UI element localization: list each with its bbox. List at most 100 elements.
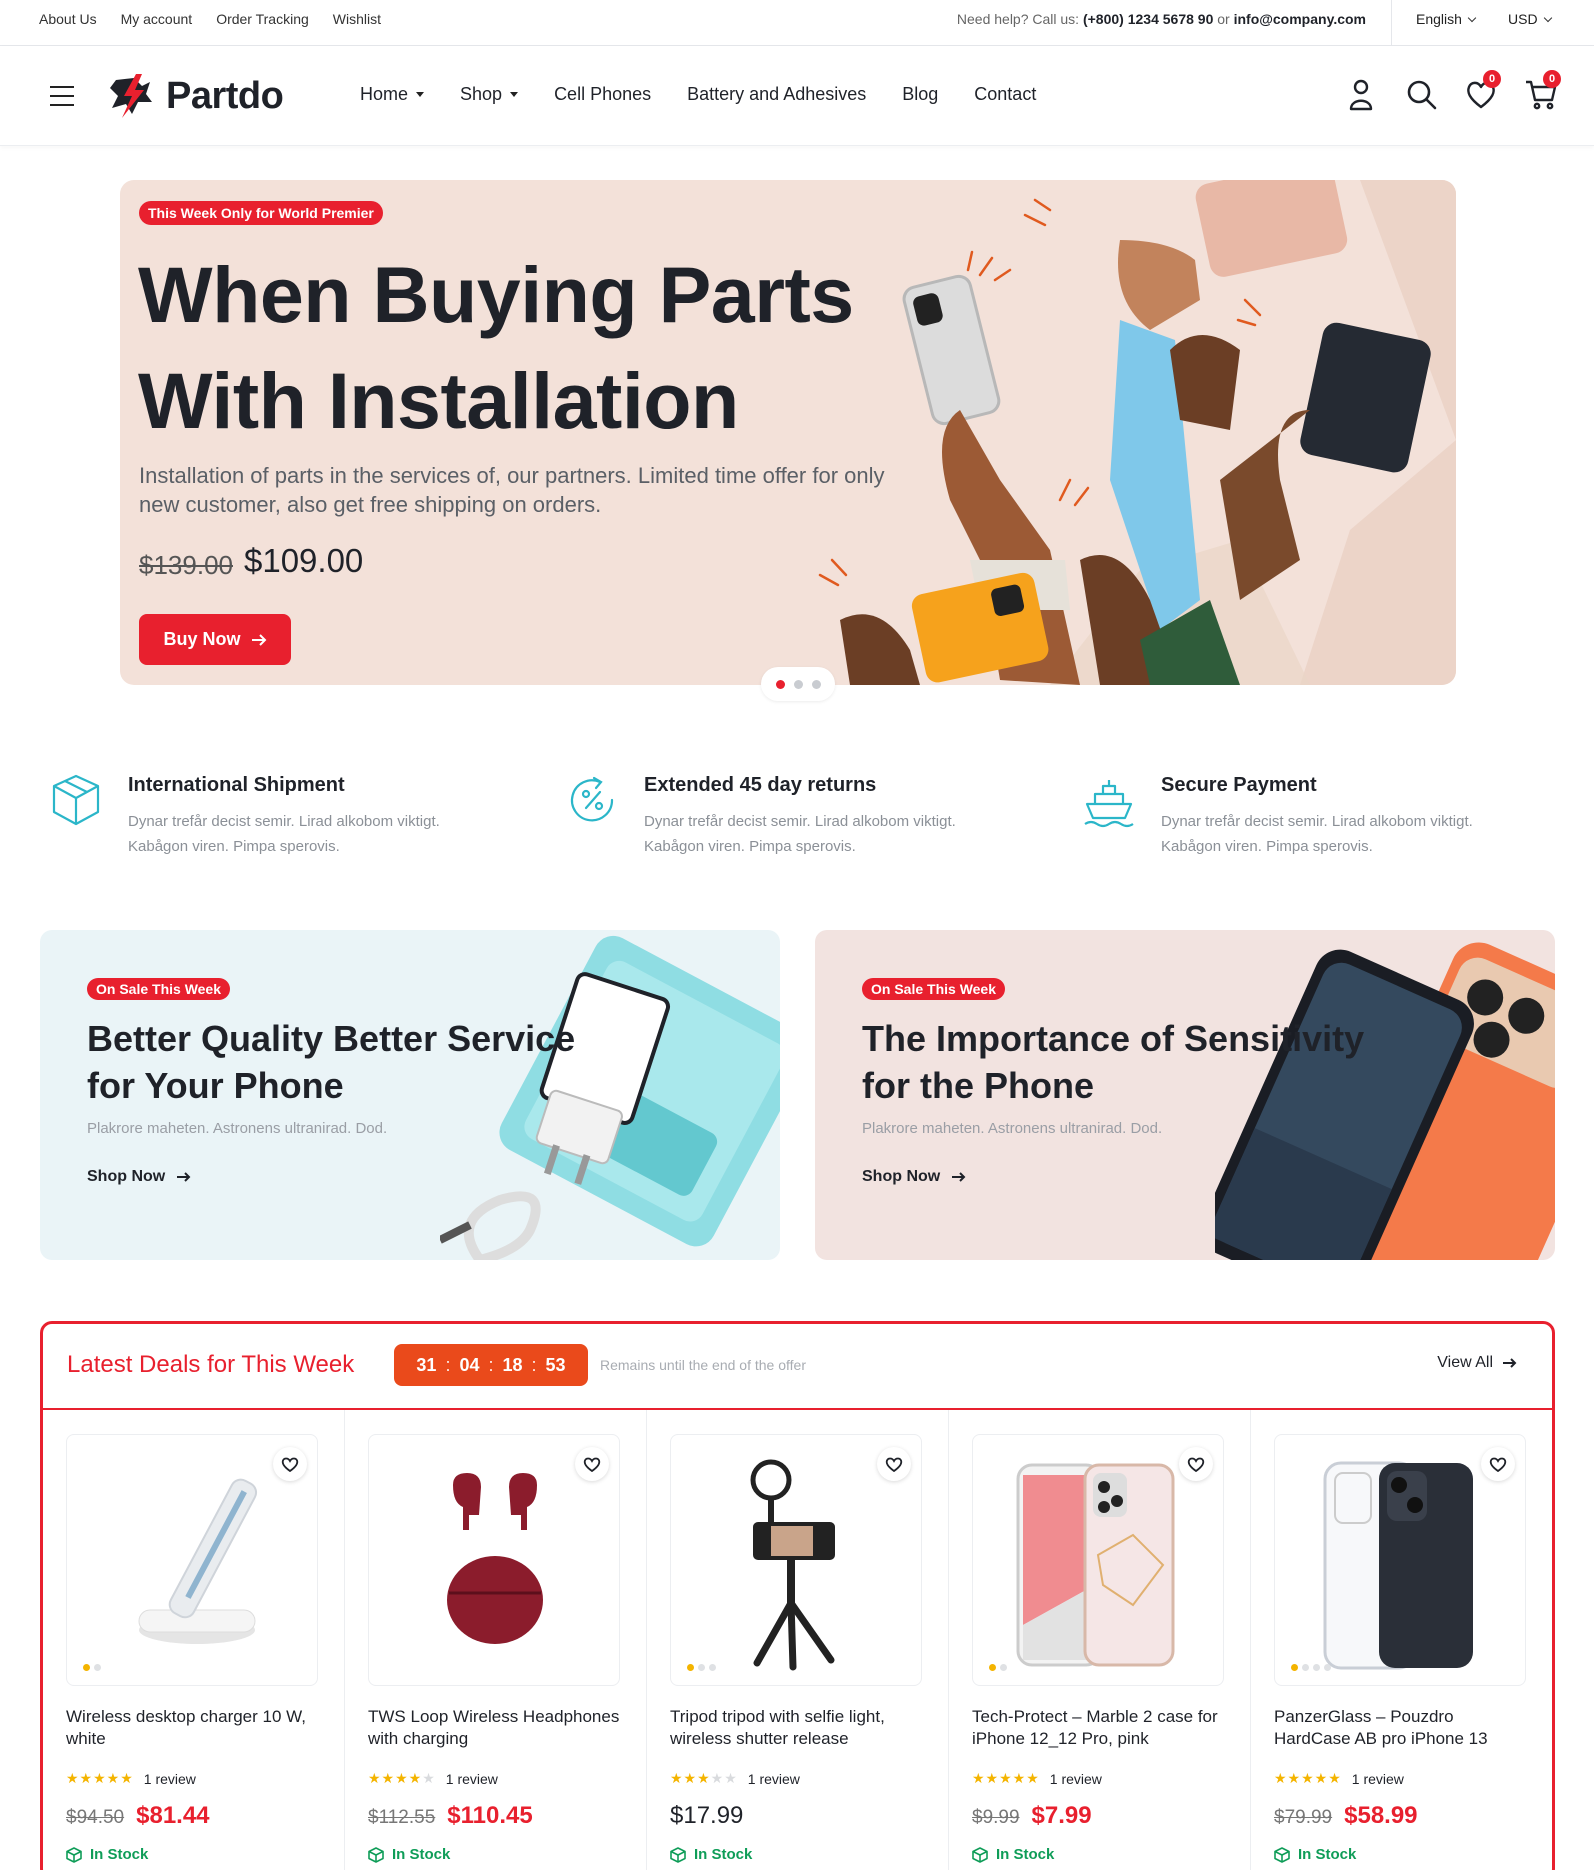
product-image[interactable] — [972, 1434, 1224, 1686]
star-rating-icon: ★★★★★ — [972, 1770, 1040, 1786]
wishlist-link[interactable]: Wishlist — [333, 11, 381, 27]
product-rating: ★★★★★ 1 review — [368, 1770, 498, 1787]
promo-banner-charger[interactable]: On Sale This Week Better Quality Better … — [40, 930, 780, 1260]
account-icon[interactable] — [1343, 76, 1379, 112]
arrow-right-icon — [1503, 1358, 1517, 1368]
shop-now-link[interactable]: Shop Now — [87, 1168, 191, 1186]
promo-title: Better Quality Better Service for Your P… — [87, 1018, 576, 1106]
nav-contact[interactable]: Contact — [974, 84, 1036, 105]
product-name[interactable]: Wireless desktop charger 10 W, white — [66, 1706, 326, 1750]
add-to-wishlist-button[interactable] — [1179, 1447, 1213, 1481]
nav-battery-adhesives[interactable]: Battery and Adhesives — [687, 84, 866, 105]
timer-days: 31 — [416, 1354, 437, 1375]
top-links: About Us My account Order Tracking Wishl… — [39, 11, 381, 27]
view-all-link[interactable]: View All — [1437, 1354, 1517, 1372]
nav-home[interactable]: Home — [360, 84, 425, 105]
nav-blog[interactable]: Blog — [902, 84, 938, 105]
product-image[interactable] — [1274, 1434, 1526, 1686]
currency-label: USD — [1508, 11, 1538, 27]
currency-selector[interactable]: USD — [1508, 11, 1552, 27]
help-prefix: Need help? Call us: — [956, 11, 1080, 27]
feature-title: Secure Payment — [1161, 774, 1317, 796]
promo-desc: Plakrore maheten. Astronens ultranirad. … — [87, 1120, 388, 1137]
wishlist-heart-icon[interactable]: 0 — [1463, 70, 1501, 112]
timer-seconds: 53 — [545, 1354, 566, 1375]
product-rating: ★★★★★ 1 review — [1274, 1770, 1404, 1787]
review-count: 1 review — [1049, 1770, 1102, 1787]
product-name[interactable]: TWS Loop Wireless Headphones with chargi… — [368, 1706, 628, 1750]
heart-icon — [1489, 1457, 1507, 1472]
product-price: $17.99 — [670, 1802, 743, 1830]
image-dots — [83, 1664, 101, 1671]
heart-icon — [281, 1457, 299, 1472]
product-card[interactable]: Tripod tripod with selfie light, wireles… — [647, 1410, 949, 1870]
promo-tag: On Sale This Week — [87, 978, 231, 1000]
product-card[interactable]: Tech-Protect – Marble 2 case for iPhone … — [949, 1410, 1251, 1870]
hero-tag: This Week Only for World Premier — [139, 201, 383, 225]
help-phone[interactable]: (+800) 1234 5678 90 — [1083, 11, 1213, 27]
menu-icon[interactable] — [50, 86, 74, 106]
star-rating-icon: ★★★★★ — [66, 1770, 134, 1786]
product-card[interactable]: TWS Loop Wireless Headphones with chargi… — [345, 1410, 647, 1870]
sale-price: $58.99 — [1344, 1802, 1418, 1829]
product-image[interactable] — [66, 1434, 318, 1686]
sale-price: $81.44 — [136, 1802, 210, 1829]
nav-label: Battery and Adhesives — [687, 84, 867, 104]
shop-now-label: Shop Now — [87, 1168, 166, 1185]
nav-cell-phones[interactable]: Cell Phones — [554, 84, 651, 105]
buy-now-button[interactable]: Buy Now — [139, 614, 291, 665]
product-rating: ★★★★★ 1 review — [972, 1770, 1102, 1787]
deals-header: Latest Deals for This Week 31: 04: 18: 5… — [43, 1324, 1552, 1410]
promo-tag: On Sale This Week — [862, 978, 1006, 1000]
main-header: Partdo Home Shop Cell Phones Battery and… — [0, 46, 1594, 146]
add-to-wishlist-button[interactable] — [877, 1447, 911, 1481]
slide-dot-2[interactable] — [793, 679, 803, 689]
product-name[interactable]: Tripod tripod with selfie light, wireles… — [670, 1706, 930, 1750]
box-stock-icon — [670, 1846, 686, 1863]
feature-desc: Dynar trefår decist semir. Lirad alkobom… — [1161, 813, 1473, 855]
arrow-right-icon — [251, 633, 266, 646]
nav-shop[interactable]: Shop — [460, 84, 519, 105]
add-to-wishlist-button[interactable] — [273, 1447, 307, 1481]
product-card[interactable]: PanzerGlass – Pouzdro HardCase AB pro iP… — [1251, 1410, 1553, 1870]
star-rating-icon: ★★★★★ — [368, 1770, 436, 1786]
shop-now-link[interactable]: Shop Now — [862, 1168, 966, 1186]
box-stock-icon — [368, 1846, 384, 1863]
add-to-wishlist-button[interactable] — [1481, 1447, 1515, 1481]
product-image[interactable] — [368, 1434, 620, 1686]
add-to-wishlist-button[interactable] — [575, 1447, 609, 1481]
timer-hours: 04 — [459, 1354, 480, 1375]
hero-title: When Buying Parts With Installation — [138, 242, 1038, 454]
view-all-label: View All — [1437, 1354, 1493, 1371]
hero-pagination — [761, 667, 835, 701]
slide-dot-3[interactable] — [811, 679, 821, 689]
logo-text: Partdo — [166, 74, 284, 117]
image-dots — [989, 1664, 1007, 1671]
product-name[interactable]: Tech-Protect – Marble 2 case for iPhone … — [972, 1706, 1232, 1750]
language-selector[interactable]: English — [1416, 11, 1477, 27]
cart-icon[interactable]: 0 — [1523, 70, 1561, 112]
nav-label: Shop — [460, 84, 503, 104]
box-icon — [52, 774, 100, 826]
hero-new-price: $109.00 — [244, 542, 364, 579]
promo-banner-phone[interactable]: On Sale This Week The Importance of Sens… — [815, 930, 1555, 1260]
hero-slider: This Week Only for World Premier When Bu… — [120, 180, 1456, 685]
old-price: $112.55 — [368, 1807, 436, 1828]
arrow-right-icon — [952, 1172, 966, 1182]
heart-icon — [885, 1457, 903, 1472]
product-image[interactable] — [670, 1434, 922, 1686]
my-account-link[interactable]: My account — [121, 11, 193, 27]
product-card[interactable]: Wireless desktop charger 10 W, white ★★★… — [43, 1410, 345, 1870]
old-price: $79.99 — [1274, 1807, 1333, 1828]
stock-label: In Stock — [90, 1846, 149, 1863]
timer-caption: Remains until the end of the offer — [600, 1357, 806, 1373]
product-name[interactable]: PanzerGlass – Pouzdro HardCase AB pro iP… — [1274, 1706, 1534, 1750]
logo[interactable]: Partdo — [106, 72, 284, 120]
sale-price: $110.45 — [447, 1802, 533, 1829]
star-rating-icon: ★★★★★ — [1274, 1770, 1342, 1786]
order-tracking-link[interactable]: Order Tracking — [216, 11, 309, 27]
slide-dot-1[interactable] — [775, 679, 785, 689]
about-us-link[interactable]: About Us — [39, 11, 97, 27]
search-icon[interactable] — [1403, 76, 1439, 112]
help-email[interactable]: info@company.com — [1234, 11, 1366, 27]
